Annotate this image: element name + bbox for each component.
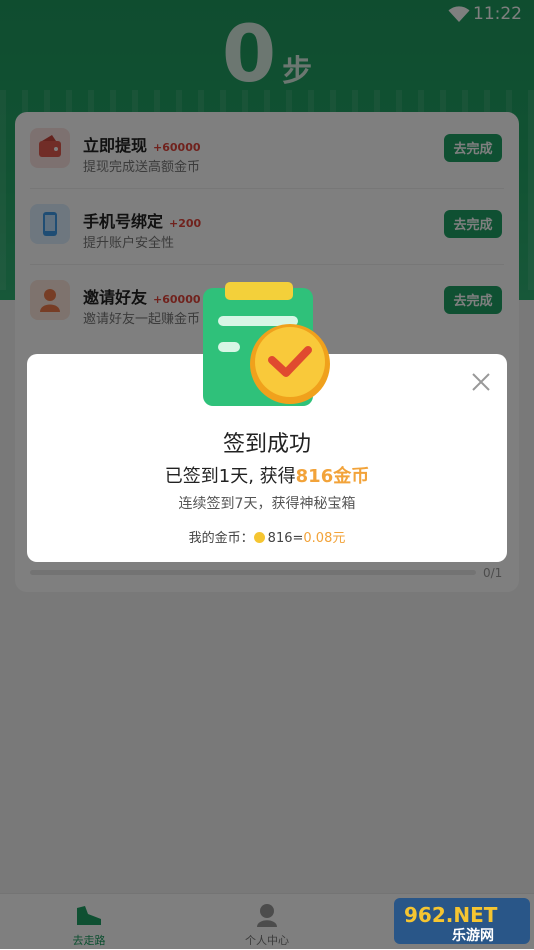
- my-coins-row: 我的金币： 816=0.08元: [27, 527, 507, 546]
- reward-amount: 816金币: [295, 466, 370, 487]
- coins-yuan: 0.08元: [303, 531, 346, 546]
- clipboard-check-icon: [203, 282, 330, 406]
- dialog-title: 签到成功: [222, 432, 311, 457]
- dialog-reward-text: 已签到1天, 获得816金币: [27, 462, 507, 488]
- coins-label: 我的金币：: [188, 531, 254, 546]
- close-icon[interactable]: [467, 368, 495, 396]
- watermark-bottom: 乐游网: [452, 927, 494, 944]
- watermark-top: 962.NET: [404, 903, 498, 927]
- coins-value: 816=: [267, 531, 304, 546]
- dialog-streak-text: 连续签到7天，获得神秘宝箱: [178, 496, 356, 512]
- coin-icon: [253, 532, 265, 543]
- watermark-logo: 962.NET 乐游网: [394, 898, 530, 944]
- reward-prefix: 已签到1天, 获得: [164, 466, 296, 487]
